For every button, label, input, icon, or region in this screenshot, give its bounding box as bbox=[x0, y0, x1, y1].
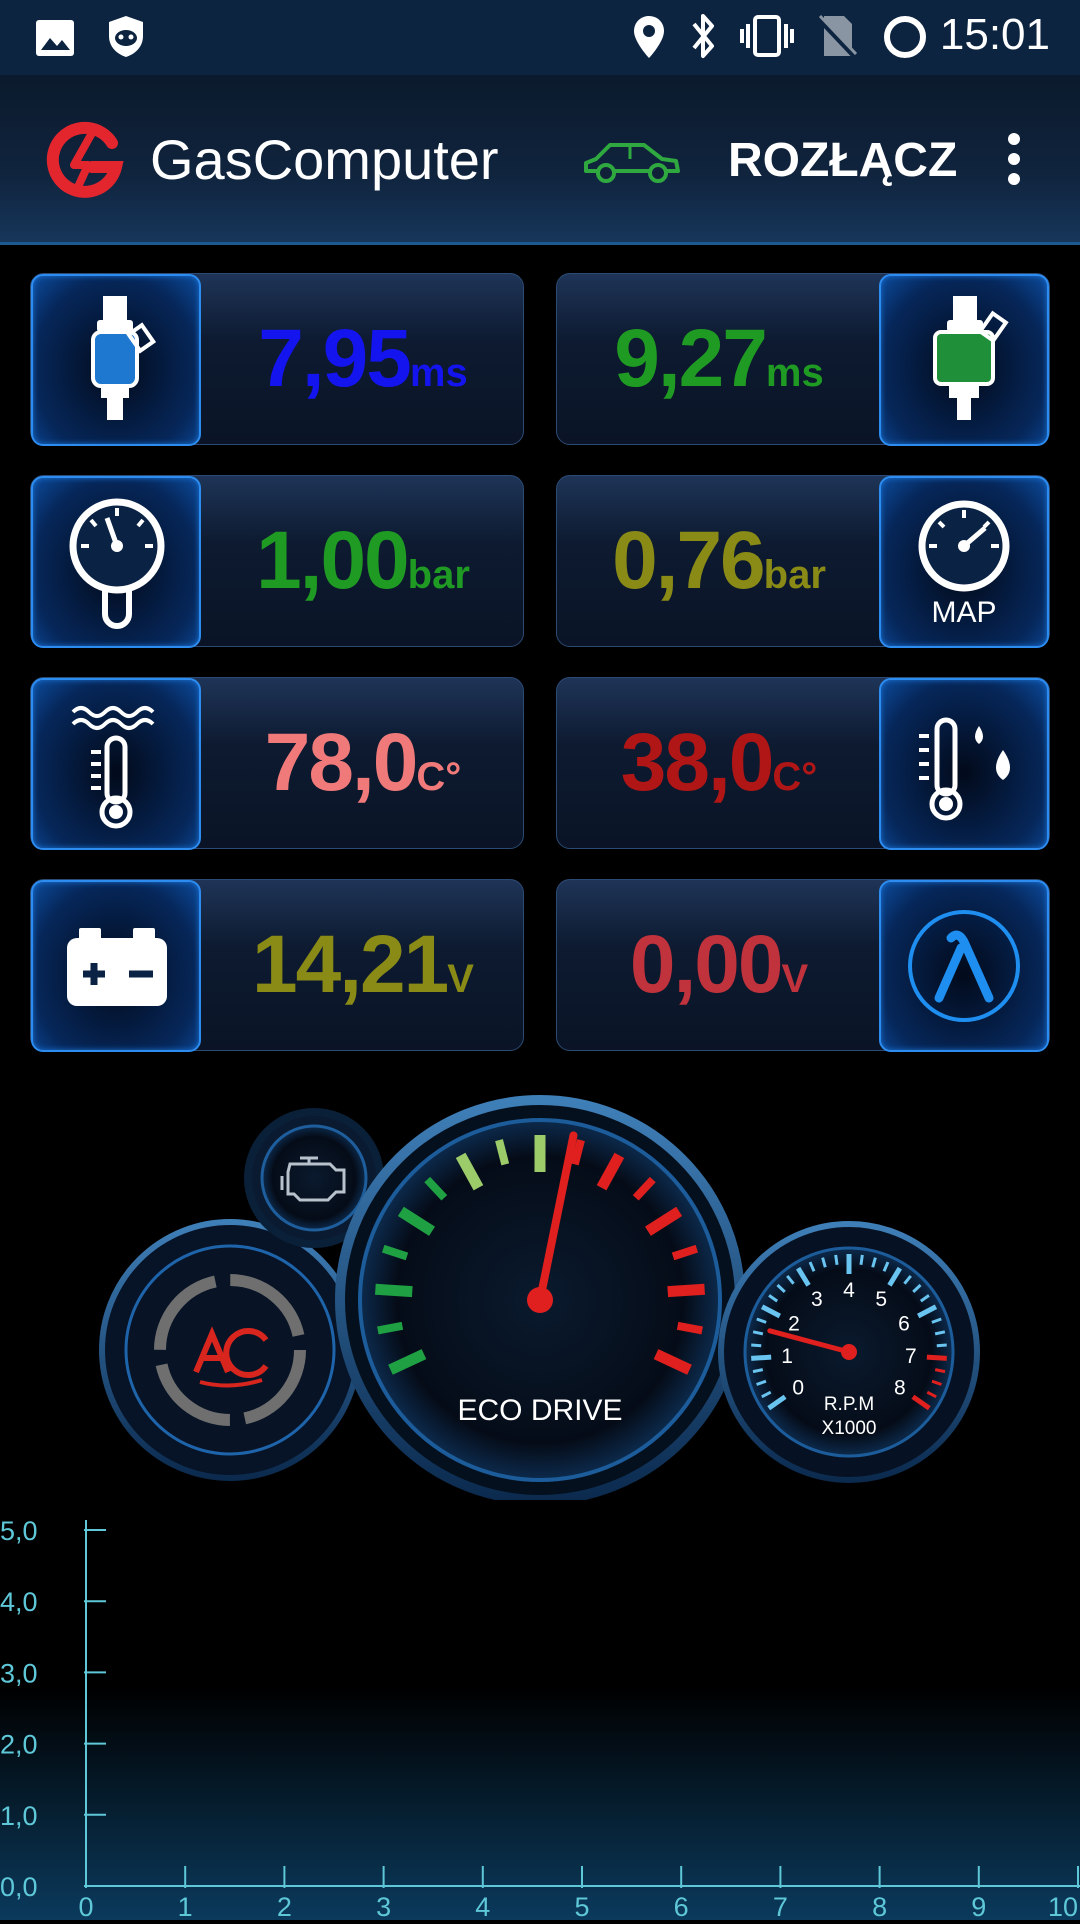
tile-petrol-injection[interactable]: 7,95ms bbox=[30, 273, 524, 446]
rpm-tick-label: 3 bbox=[811, 1288, 823, 1311]
eco-drive-gauge: ECO DRIVE bbox=[335, 1095, 745, 1505]
rpm-needle-hub bbox=[841, 1344, 857, 1360]
battery-voltage-value: 14,21V bbox=[252, 919, 474, 1010]
rpm-tick-label: 4 bbox=[843, 1279, 855, 1302]
rpm-tick-label: 0 bbox=[792, 1377, 804, 1400]
rpm-scale-tick bbox=[751, 1354, 772, 1361]
eco-scale-tick bbox=[676, 1321, 703, 1335]
chart-x-tick-label: 0 bbox=[78, 1892, 93, 1920]
disconnect-button[interactable]: ROZŁĄCZ bbox=[728, 133, 957, 188]
status-time: 15:01 bbox=[939, 10, 1050, 59]
shield-cat-icon bbox=[109, 16, 143, 57]
app-bar: GasComputer ROZŁĄCZ bbox=[0, 75, 1080, 245]
chart-x-tick-label: 8 bbox=[872, 1892, 887, 1920]
chart-x-tick-label: 2 bbox=[277, 1892, 292, 1920]
tile-lambda-voltage[interactable]: 0,00V bbox=[556, 879, 1050, 1052]
car-icon[interactable] bbox=[580, 135, 684, 185]
chart-x-tick-label: 6 bbox=[674, 1892, 689, 1920]
pressure-gauge-icon bbox=[31, 476, 201, 648]
chart-x-tick-label: 1 bbox=[178, 1892, 193, 1920]
eco-scale-tick bbox=[667, 1283, 706, 1298]
chart-y-tick-label: 1,0 bbox=[0, 1801, 38, 1831]
rpm-tick-label: 8 bbox=[894, 1377, 906, 1400]
tile-gas-injection[interactable]: 9,27ms bbox=[556, 273, 1050, 446]
map-label: MAP bbox=[931, 596, 997, 629]
rpm-multiplier: X1000 bbox=[822, 1418, 877, 1439]
rpm-tick-label: 6 bbox=[898, 1312, 910, 1335]
tile-map-pressure[interactable]: 0,76bar MAP bbox=[556, 475, 1050, 648]
rpm-scale-tick bbox=[859, 1254, 864, 1266]
battery-icon bbox=[31, 880, 201, 1052]
gas-temperature-value: 38,0C° bbox=[620, 717, 818, 808]
loading-circle-icon bbox=[884, 16, 926, 58]
rpm-scale-tick bbox=[934, 1330, 946, 1336]
chart-x-tick-label: 9 bbox=[971, 1892, 986, 1920]
rpm-tick-label: 5 bbox=[875, 1288, 887, 1311]
rpm-scale-tick bbox=[936, 1343, 947, 1348]
eco-scale-tick bbox=[374, 1283, 413, 1298]
rpm-scale-tick bbox=[934, 1368, 946, 1374]
app-title: GasComputer bbox=[150, 128, 499, 191]
chart-y-tick-label: 5,0 bbox=[0, 1516, 38, 1546]
rpm-gauge: 0 1 23 4 56 7 8 R.P.M X1000 bbox=[718, 1221, 980, 1483]
status-bar: 15:01 bbox=[0, 0, 1080, 75]
chart-y-tick-label: 0,0 bbox=[0, 1872, 38, 1902]
chart-y-tick-label: 4,0 bbox=[0, 1587, 38, 1617]
tile-reducer-temperature[interactable]: 78,0C° bbox=[30, 677, 524, 850]
rpm-scale-tick bbox=[752, 1330, 764, 1336]
rpm-label: R.P.M bbox=[824, 1394, 874, 1415]
more-vert-icon[interactable] bbox=[996, 131, 1032, 187]
eco-scale-tick bbox=[377, 1321, 404, 1335]
coolant-temp-icon bbox=[31, 678, 201, 850]
map-gauge-icon: MAP bbox=[879, 476, 1049, 648]
chart-x-tick-label: 7 bbox=[773, 1892, 788, 1920]
rpm-scale-tick bbox=[926, 1354, 947, 1361]
map-pressure-value: 0,76bar bbox=[612, 515, 826, 606]
bluetooth-icon bbox=[692, 14, 714, 58]
gauge-cluster: ECO DRIVE 0 1 23456 7 8 R.P.M X1000 bbox=[0, 1090, 1080, 1510]
gas-injection-value: 9,27ms bbox=[614, 313, 824, 404]
reducer-temperature-value: 78,0C° bbox=[264, 717, 462, 808]
gascomputer-logo-icon bbox=[46, 121, 124, 198]
gas-temp-icon bbox=[879, 678, 1049, 850]
chart-x-tick-label: 4 bbox=[475, 1892, 490, 1920]
no-sim-icon bbox=[816, 14, 858, 58]
chart-y-tick-label: 3,0 bbox=[0, 1658, 38, 1688]
image-icon bbox=[36, 20, 74, 56]
ac-gauge[interactable] bbox=[99, 1219, 361, 1481]
chart-x-tick-label: 10 bbox=[1048, 1892, 1078, 1920]
gas-pressure-value: 1,00bar bbox=[256, 515, 470, 606]
tile-gas-pressure[interactable]: 1,00bar bbox=[30, 475, 524, 648]
rpm-scale-tick bbox=[752, 1368, 764, 1374]
rpm-tick-label: 1 bbox=[781, 1345, 793, 1368]
chart-x-tick-label: 3 bbox=[376, 1892, 391, 1920]
eco-needle-hub bbox=[527, 1287, 553, 1313]
rpm-tick-label: 7 bbox=[905, 1345, 917, 1368]
tile-battery-voltage[interactable]: 14,21V bbox=[30, 879, 524, 1052]
vibrate-icon bbox=[740, 15, 794, 57]
gas-injector-icon bbox=[879, 274, 1049, 446]
lambda-icon bbox=[879, 880, 1049, 1052]
petrol-injection-value: 7,95ms bbox=[258, 313, 468, 404]
rpm-scale-tick bbox=[834, 1254, 839, 1266]
petrol-injector-icon bbox=[31, 274, 201, 446]
live-chart: 0,0 1,0 2,0 3,0 4,0 5,0 0 1 2 3 4 5 6 7 8 9 10 bbox=[0, 1500, 1080, 1922]
rpm-tick-label: 2 bbox=[788, 1312, 800, 1335]
eco-drive-label: ECO DRIVE bbox=[457, 1394, 622, 1427]
location-icon bbox=[634, 16, 664, 58]
lambda-voltage-value: 0,00V bbox=[629, 919, 809, 1010]
chart-x-tick-label: 5 bbox=[574, 1892, 589, 1920]
chart-y-tick-label: 2,0 bbox=[0, 1730, 38, 1760]
tile-gas-temperature[interactable]: 38,0C° bbox=[556, 677, 1050, 850]
rpm-scale-tick bbox=[751, 1343, 762, 1348]
